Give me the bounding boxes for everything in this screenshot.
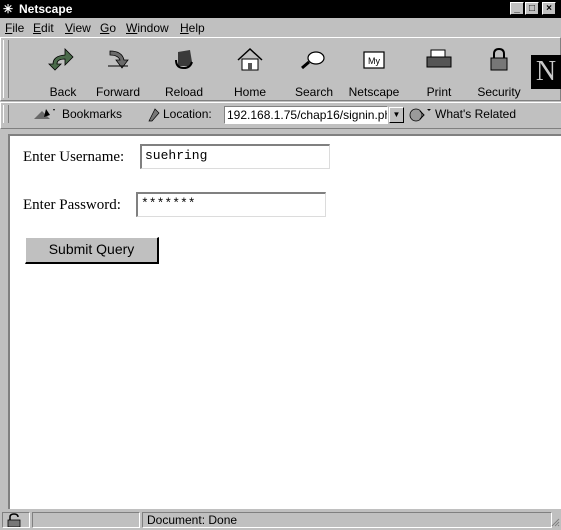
reload-button[interactable]: Reload — [158, 40, 210, 99]
progress-panel — [32, 512, 140, 528]
my-netscape-button[interactable]: My Netscape — [348, 40, 400, 99]
location-icon — [148, 108, 160, 122]
bookmarks-label: Bookmarks — [62, 107, 123, 121]
lock-icon — [490, 47, 508, 71]
menu-go-label: o — [109, 21, 117, 35]
location-url-field[interactable]: 192.168.1.75/chap16/signin.php — [224, 106, 388, 124]
reload-icon — [175, 50, 193, 70]
toolbar-grip[interactable] — [3, 40, 9, 98]
maximize-icon: □ — [528, 3, 536, 14]
forward-button[interactable]: Forward — [92, 40, 144, 99]
window-title: Netscape — [19, 2, 73, 16]
my-netscape-icon: My — [363, 51, 385, 69]
my-netscape-label: Netscape — [348, 85, 400, 99]
minimize-icon: _ — [514, 3, 520, 14]
menu-view[interactable]: View — [65, 21, 91, 35]
title-bar: ✳ Netscape _ □ × — [0, 0, 561, 18]
menu-bar: File Edit View Go Window Help — [0, 18, 561, 37]
close-icon: × — [546, 3, 552, 14]
netscape-window-icon: ✳ — [3, 2, 14, 16]
print-button[interactable]: Print — [413, 40, 465, 99]
menu-window-label: indow — [137, 21, 169, 35]
security-status-icon — [7, 513, 21, 528]
back-button[interactable]: Back — [37, 40, 89, 99]
security-status-panel[interactable] — [2, 512, 30, 528]
password-label: Enter Password: — [23, 197, 121, 213]
whats-related-icon — [409, 108, 431, 122]
back-arrow-icon — [48, 48, 74, 71]
dropdown-arrow-icon: ▼ — [392, 110, 401, 119]
home-icon — [237, 47, 263, 71]
maximize-button[interactable]: □ — [525, 2, 539, 15]
whats-related-label: What's Related — [435, 107, 516, 121]
menu-view-label: iew — [72, 21, 91, 35]
security-button[interactable]: Security — [473, 40, 525, 99]
menu-edit-label: dit — [41, 21, 54, 35]
search-label: Search — [294, 85, 334, 99]
menu-help-key: H — [180, 21, 189, 35]
menu-help-label: elp — [188, 21, 205, 35]
menu-go[interactable]: Go — [100, 21, 116, 35]
resize-grip-icon[interactable] — [551, 518, 560, 527]
security-label: Security — [477, 85, 521, 99]
close-button[interactable]: × — [542, 2, 556, 15]
menu-window[interactable]: Window — [126, 21, 169, 35]
home-button[interactable]: Home — [224, 40, 276, 99]
home-label: Home — [233, 85, 266, 99]
menu-go-key: G — [100, 21, 110, 35]
svg-text:My: My — [368, 56, 380, 66]
location-dropdown-button[interactable]: ▼ — [389, 107, 404, 123]
menu-file[interactable]: File — [5, 21, 24, 35]
menu-window-key: W — [126, 21, 138, 35]
forward-arrow-icon — [108, 50, 129, 69]
menu-view-key: V — [65, 21, 73, 35]
print-icon — [426, 49, 452, 68]
username-label: Enter Username: — [23, 149, 125, 165]
location-toolbar-grip[interactable] — [3, 105, 9, 123]
search-icon — [301, 51, 325, 70]
reload-label: Reload — [164, 85, 204, 99]
location-label: Location: — [163, 107, 212, 121]
netscape-logo[interactable]: N — [531, 55, 561, 89]
page-content: Enter Username: suehring Enter Password:… — [8, 134, 561, 509]
minimize-button[interactable]: _ — [510, 2, 524, 15]
password-input[interactable]: ******* — [136, 192, 326, 217]
search-button[interactable]: Search — [288, 40, 340, 99]
menu-edit-key: E — [33, 21, 42, 35]
bookmarks-icon — [34, 109, 55, 119]
status-text: Document: Done — [142, 512, 552, 528]
submit-query-button[interactable]: Submit Query — [25, 237, 159, 264]
back-label: Back — [49, 85, 77, 99]
username-input[interactable]: suehring — [140, 144, 330, 169]
menu-file-label: ile — [12, 21, 25, 35]
menu-edit[interactable]: Edit — [33, 21, 54, 35]
forward-label: Forward — [95, 85, 140, 99]
print-label: Print — [426, 85, 452, 99]
menu-help[interactable]: Help — [180, 21, 205, 35]
